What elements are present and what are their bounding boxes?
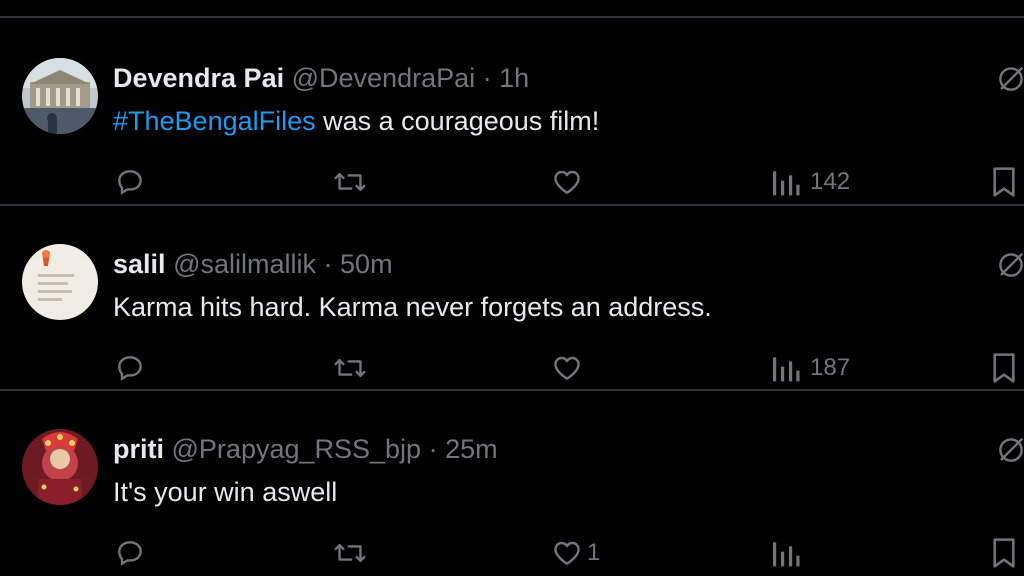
grok-button[interactable] [996, 435, 1024, 470]
tweet-header: priti @Prapyag_RSS_bjp · 25m [113, 433, 498, 465]
grok-icon [999, 437, 1024, 462]
avatar[interactable] [22, 244, 98, 320]
avatar[interactable] [22, 429, 98, 505]
hashtag-link[interactable]: #TheBengalFiles [113, 106, 316, 136]
reply-icon [118, 541, 142, 566]
reply-button[interactable] [114, 348, 146, 388]
like-button[interactable] [551, 162, 593, 202]
timeline-feed: Devendra Pai @DevendraPai · 1h #TheBenga… [0, 0, 1024, 576]
bookmark-icon [993, 538, 1015, 568]
views-button[interactable]: 187 [770, 348, 850, 388]
like-icon [554, 170, 580, 194]
reply-icon [118, 356, 142, 381]
tweet-header: salil @salilmallik · 50m [113, 248, 393, 280]
retweet-icon [334, 172, 366, 192]
separator-dot: · [323, 249, 333, 279]
views-icon [773, 542, 800, 567]
bookmark-icon [993, 167, 1015, 197]
views-icon [773, 357, 800, 382]
views-count: 187 [810, 354, 851, 381]
retweet-button[interactable] [333, 348, 367, 388]
reply-icon [118, 170, 142, 195]
author-name[interactable]: Devendra Pai [113, 63, 284, 93]
author-handle[interactable]: @salilmallik [173, 249, 316, 279]
tweet-text-content: was a courageous film! [315, 106, 600, 136]
timestamp[interactable]: 1h [499, 63, 529, 93]
tweet[interactable]: Devendra Pai @DevendraPai · 1h #TheBenga… [0, 18, 1024, 204]
tweet-header: Devendra Pai @DevendraPai · 1h [113, 62, 529, 94]
bookmark-icon [993, 353, 1015, 383]
separator-dot: · [428, 434, 438, 464]
avatar[interactable] [22, 58, 98, 134]
author-handle[interactable]: @DevendraPai [292, 63, 476, 93]
views-button[interactable] [770, 533, 810, 573]
bookmark-button[interactable] [990, 162, 1018, 202]
action-bar: 142 [0, 162, 1024, 202]
reply-button[interactable] [114, 162, 146, 202]
author-name[interactable]: salil [113, 249, 166, 279]
like-button[interactable] [551, 348, 593, 388]
retweet-icon [334, 358, 366, 378]
tweet-text: It's your win aswell [113, 475, 337, 509]
like-icon [554, 541, 580, 565]
like-button[interactable]: 1 [551, 533, 600, 573]
grok-icon [999, 66, 1024, 91]
retweet-button[interactable] [333, 162, 367, 202]
views-icon [773, 171, 800, 196]
tweet-text-content: Karma hits hard. Karma never forgets an … [113, 292, 712, 322]
author-handle[interactable]: @Prapyag_RSS_bjp [172, 434, 422, 464]
bookmark-button[interactable] [990, 348, 1018, 388]
retweet-button[interactable] [333, 533, 367, 573]
grok-icon [999, 252, 1024, 277]
bookmark-button[interactable] [990, 533, 1018, 573]
views-count: 142 [810, 168, 851, 195]
like-count: 1 [587, 539, 601, 566]
action-bar: 187 [0, 348, 1024, 388]
grok-button[interactable] [996, 250, 1024, 285]
like-icon [554, 356, 580, 380]
tweet[interactable]: priti @Prapyag_RSS_bjp · 25m It's your w… [0, 389, 1024, 575]
timestamp[interactable]: 25m [445, 434, 498, 464]
action-bar: 1 [0, 533, 1024, 573]
tweet[interactable]: salil @salilmallik · 50m Karma hits hard… [0, 204, 1024, 390]
timestamp[interactable]: 50m [340, 249, 393, 279]
tweet-text: Karma hits hard. Karma never forgets an … [113, 290, 712, 324]
retweet-icon [334, 543, 366, 563]
separator-dot: · [482, 63, 492, 93]
author-name[interactable]: priti [113, 434, 164, 464]
reply-button[interactable] [114, 533, 146, 573]
tweet-text: #TheBengalFiles was a courageous film! [113, 104, 599, 138]
views-button[interactable]: 142 [770, 162, 850, 202]
grok-button[interactable] [996, 64, 1024, 99]
tweet-text-content: It's your win aswell [113, 477, 338, 507]
